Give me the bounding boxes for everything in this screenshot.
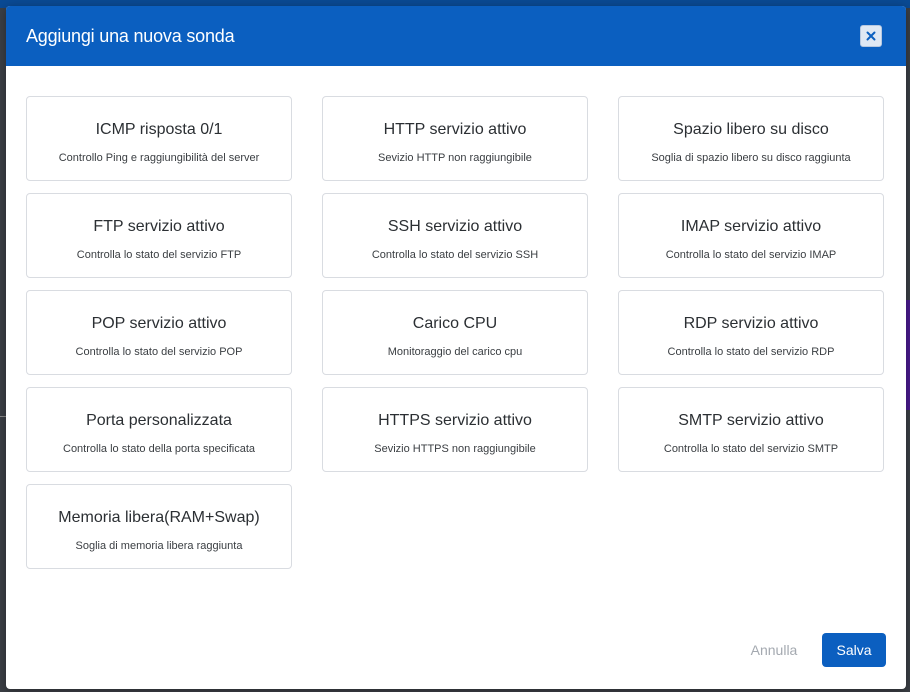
probe-description: Controlla lo stato del servizio IMAP [665, 249, 837, 261]
probe-title: Memoria libera(RAM+Swap) [58, 509, 260, 526]
probe-card-custom-port[interactable]: Porta personalizzata Controlla lo stato … [26, 387, 292, 472]
close-icon [866, 31, 876, 41]
probe-title: FTP servizio attivo [93, 218, 225, 235]
modal-title: Aggiungi una nuova sonda [26, 25, 235, 46]
probe-grid: ICMP risposta 0/1 Controllo Ping e raggi… [26, 96, 884, 569]
probe-description: Soglia di spazio libero su disco raggiun… [651, 152, 851, 164]
probe-description: Controlla lo stato del servizio SSH [371, 249, 539, 261]
probe-description: Controlla lo stato del servizio SMTP [663, 443, 839, 455]
probe-description: Soglia di memoria libera raggiunta [75, 540, 243, 552]
probe-card-imap[interactable]: IMAP servizio attivo Controlla lo stato … [618, 193, 884, 278]
probe-title: Spazio libero su disco [673, 121, 829, 138]
probe-title: SSH servizio attivo [387, 218, 523, 235]
probe-description: Monitoraggio del carico cpu [387, 346, 523, 358]
probe-description: Controlla lo stato del servizio FTP [76, 249, 242, 261]
probe-card-https[interactable]: HTTPS servizio attivo Sevizio HTTPS non … [322, 387, 588, 472]
probe-card-rdp[interactable]: RDP servizio attivo Controlla lo stato d… [618, 290, 884, 375]
probe-title: Carico CPU [412, 315, 498, 332]
probe-description: Sevizio HTTP non raggiungibile [378, 152, 532, 164]
cancel-button[interactable]: Annulla [742, 633, 806, 667]
probe-card-cpu-load[interactable]: Carico CPU Monitoraggio del carico cpu [322, 290, 588, 375]
probe-card-icmp[interactable]: ICMP risposta 0/1 Controllo Ping e raggi… [26, 96, 292, 181]
probe-card-ftp[interactable]: FTP servizio attivo Controlla lo stato d… [26, 193, 292, 278]
add-probe-modal: Aggiungi una nuova sonda ICMP risposta 0… [6, 6, 906, 689]
probe-description: Controlla lo stato del servizio POP [75, 346, 243, 358]
probe-title: HTTPS servizio attivo [378, 412, 532, 429]
close-button[interactable] [860, 25, 882, 47]
probe-title: IMAP servizio attivo [680, 218, 822, 235]
probe-title: RDP servizio attivo [683, 315, 819, 332]
probe-description: Controllo Ping e raggiungibilità del ser… [58, 152, 260, 164]
probe-title: POP servizio attivo [91, 315, 227, 332]
probe-description: Controlla lo stato della porta specifica… [63, 443, 255, 455]
probe-card-http[interactable]: HTTP servizio attivo Sevizio HTTP non ra… [322, 96, 588, 181]
probe-description: Sevizio HTTPS non raggiungibile [374, 443, 536, 455]
probe-title: Porta personalizzata [86, 412, 232, 429]
probe-title: SMTP servizio attivo [678, 412, 824, 429]
probe-card-ssh[interactable]: SSH servizio attivo Controlla lo stato d… [322, 193, 588, 278]
probe-title: ICMP risposta 0/1 [95, 121, 223, 138]
probe-card-pop[interactable]: POP servizio attivo Controlla lo stato d… [26, 290, 292, 375]
probe-title: HTTP servizio attivo [383, 121, 527, 138]
probe-description: Controlla lo stato del servizio RDP [667, 346, 835, 358]
probe-card-smtp[interactable]: SMTP servizio attivo Controlla lo stato … [618, 387, 884, 472]
probe-card-free-memory[interactable]: Memoria libera(RAM+Swap) Soglia di memor… [26, 484, 292, 569]
modal-header: Aggiungi una nuova sonda [6, 6, 906, 66]
probe-card-disk-space[interactable]: Spazio libero su disco Soglia di spazio … [618, 96, 884, 181]
save-button[interactable]: Salva [822, 633, 886, 667]
